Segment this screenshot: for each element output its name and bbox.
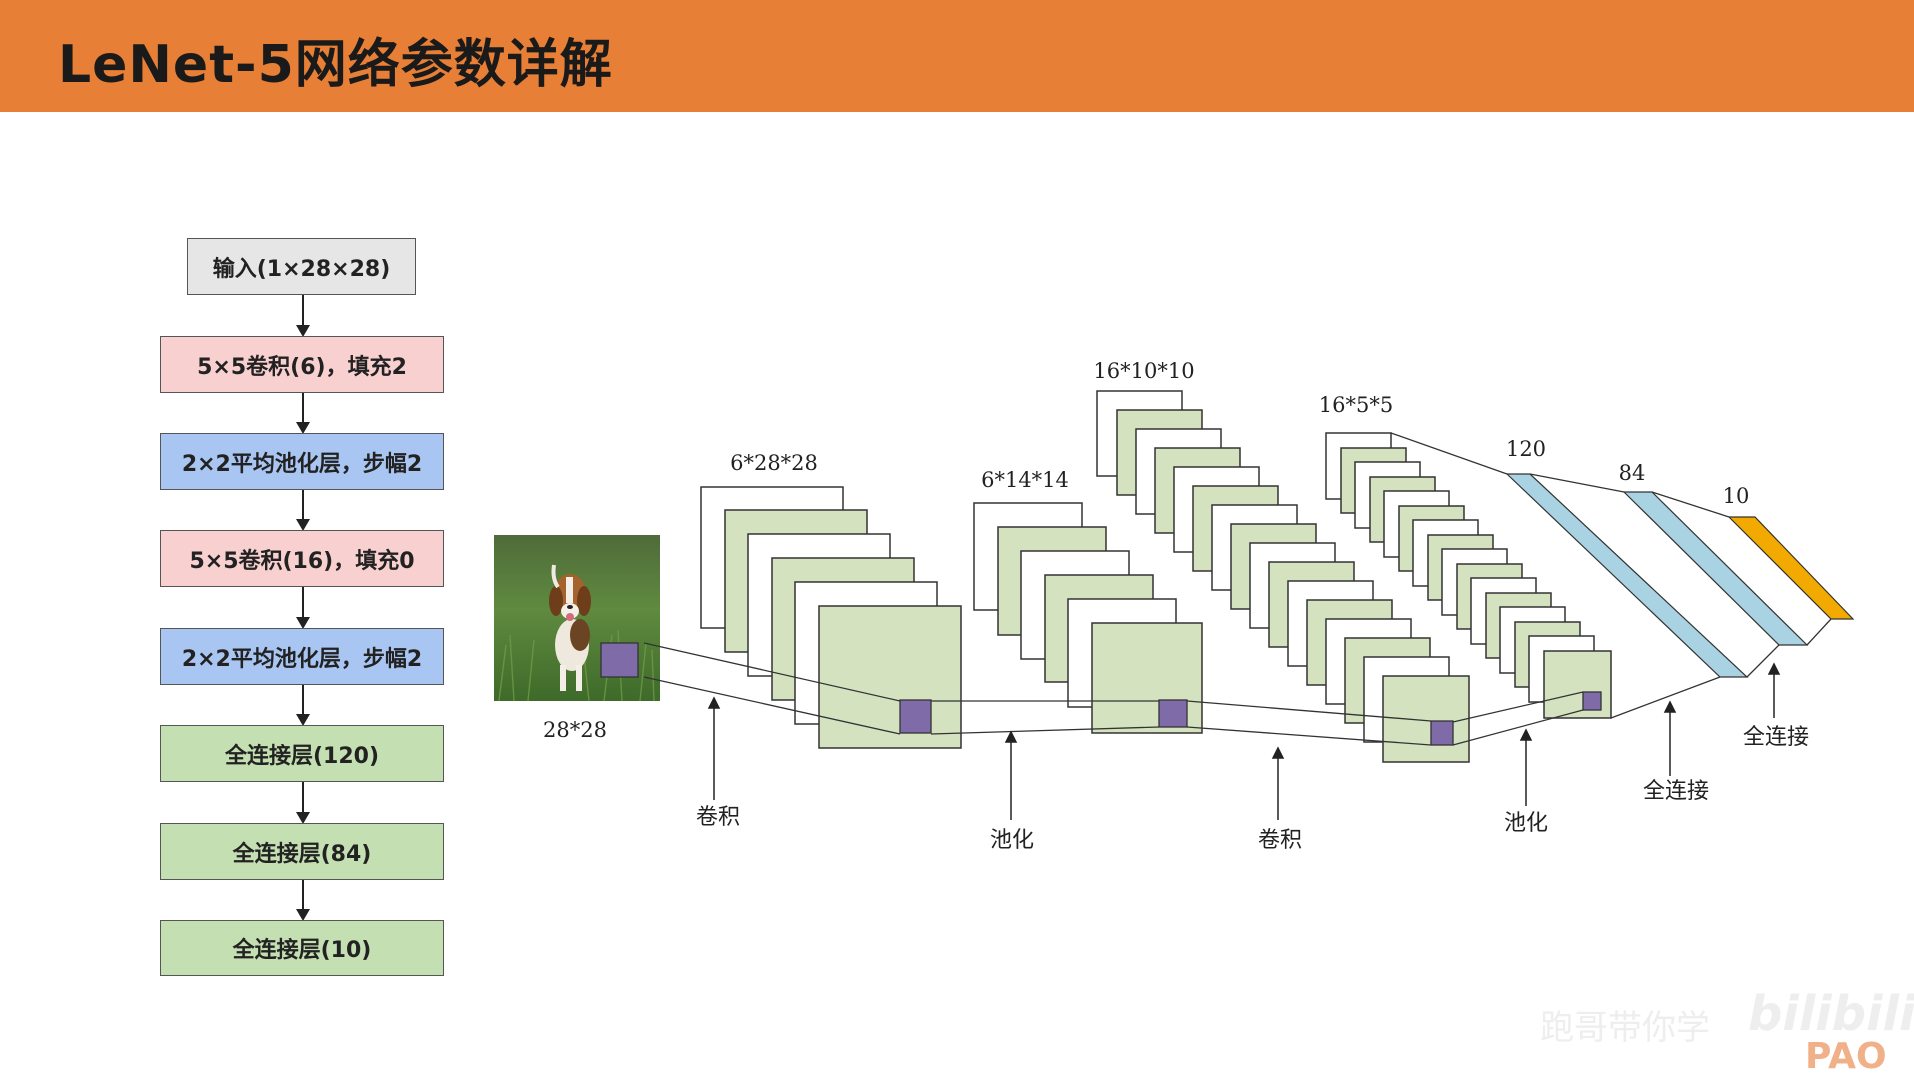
flow-arrow: [296, 880, 310, 921]
page-title: LeNet-5网络参数详解: [58, 35, 613, 95]
kernel-pool1: [1158, 699, 1188, 728]
watermark-brand: bilibili: [1748, 986, 1914, 1042]
flow-box-label: 全连接层(84): [232, 841, 372, 867]
kernel-conv1: [899, 699, 932, 734]
watermark-text: 跑哥带你学: [1540, 1008, 1710, 1048]
flow-box-label: 全连接层(120): [224, 743, 380, 769]
input-size-label: 28*28: [543, 718, 607, 742]
kernel-conv2: [1430, 720, 1454, 746]
flow-box-fc120: 全连接层(120): [160, 725, 444, 782]
op-label-pool1: 池化: [990, 828, 1034, 853]
title-bar: LeNet-5网络参数详解: [0, 0, 1914, 112]
fc-layer-84: [1622, 491, 1809, 646]
fmap-label-conv1: 6*28*28: [730, 451, 818, 475]
flow-box-label: 2×2平均池化层，步幅2: [181, 451, 423, 477]
op-label-pool2: 池化: [1504, 811, 1548, 836]
flow-arrow: [296, 295, 310, 337]
fc-layer-120: [1505, 473, 1749, 678]
feature-map-stack-pool1: [973, 502, 1203, 734]
flow-arrow: [296, 685, 310, 726]
flow-arrow: [296, 490, 310, 531]
fmap-label-conv2: 16*10*10: [1093, 359, 1194, 383]
flow-box-fc10: 全连接层(10): [160, 920, 444, 976]
fc-label-84: 84: [1619, 461, 1646, 485]
flow-arrow: [296, 587, 310, 629]
op-label-fc2: 全连接: [1743, 725, 1809, 750]
fc-label-120: 120: [1506, 437, 1546, 461]
fc-label-10: 10: [1723, 484, 1750, 508]
kernel-pool2: [1582, 691, 1602, 711]
flow-box-input: 输入(1×28×28): [187, 238, 416, 295]
feature-map-stack-conv1: [700, 486, 962, 749]
watermark-logo: PAO: [1805, 1036, 1887, 1077]
fmap-label-pool1: 6*14*14: [981, 468, 1069, 492]
flow-box-pool2: 2×2平均池化层，步幅2: [160, 628, 444, 685]
flow-box-conv2: 5×5卷积(16)，填充0: [160, 530, 444, 587]
flow-arrow: [296, 393, 310, 434]
flow-box-label: 2×2平均池化层，步幅2: [181, 646, 423, 672]
op-label-conv2: 卷积: [1258, 828, 1302, 853]
input-image-dog: [494, 535, 660, 701]
flow-arrow: [296, 782, 310, 824]
flow-box-label: 5×5卷积(6)，填充2: [197, 354, 407, 380]
flow-box-pool1: 2×2平均池化层，步幅2: [160, 433, 444, 490]
flow-box-fc84: 全连接层(84): [160, 823, 444, 880]
op-label-conv1: 卷积: [696, 805, 740, 830]
fmap-label-pool2: 16*5*5: [1319, 393, 1393, 417]
flow-box-label: 全连接层(10): [232, 938, 372, 963]
flow-box-label: 5×5卷积(16)，填充0: [189, 548, 415, 574]
feature-map-stack-pool2: [1325, 432, 1612, 719]
op-label-fc1: 全连接: [1643, 779, 1709, 804]
flow-box-label: 输入(1×28×28): [212, 256, 391, 282]
fc-layer-10: [1727, 516, 1855, 620]
flow-box-conv1: 5×5卷积(6)，填充2: [160, 336, 444, 393]
feature-map-stack-conv2: [1096, 390, 1470, 763]
